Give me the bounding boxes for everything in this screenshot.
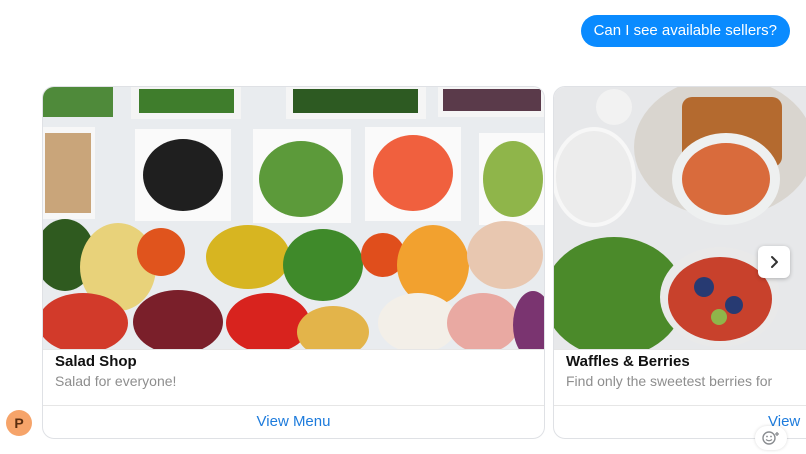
carousel-next-button[interactable] (758, 246, 790, 278)
card-title: Salad Shop (55, 353, 137, 370)
seller-card-salad-shop: Salad Shop Salad for everyone! View Menu (42, 86, 545, 439)
avatar-initial: P (14, 415, 24, 431)
waffles-berries-illustration (554, 87, 806, 349)
card-title: Waffles & Berries (566, 353, 690, 370)
card-subtitle: Salad for everyone! (55, 373, 177, 389)
view-menu-button[interactable]: View Menu (43, 406, 544, 438)
salad-shop-image (43, 87, 544, 350)
messenger-chat: Can I see available sellers? Salad Shop … (0, 0, 806, 454)
add-reaction-icon (762, 431, 779, 445)
chevron-right-icon (771, 256, 778, 268)
waffles-berries-image (554, 87, 806, 350)
seller-carousel: Salad Shop Salad for everyone! View Menu (0, 0, 806, 454)
avatar: P (6, 410, 32, 436)
salad-bowls-illustration (43, 87, 544, 349)
card-subtitle: Find only the sweetest berries for (566, 373, 773, 389)
add-reaction-button[interactable] (755, 426, 787, 450)
